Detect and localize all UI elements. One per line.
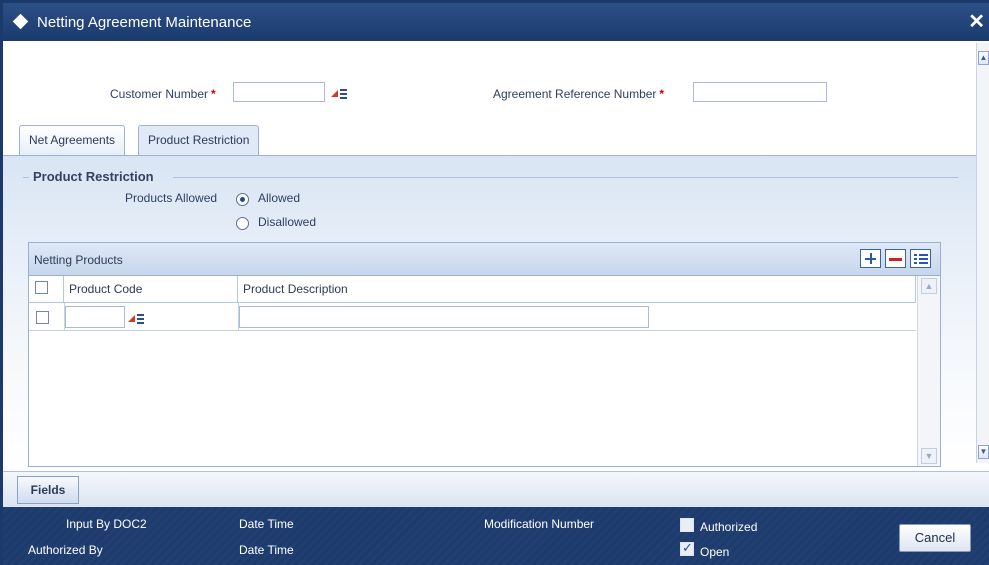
grid-scroll-up-icon[interactable]: ▲ xyxy=(921,278,937,294)
grid-title: Netting Products xyxy=(34,253,123,267)
audit-footer: Input By DOC2 Authorized By Date Time Da… xyxy=(3,507,989,565)
section-title: Product Restriction xyxy=(33,169,154,184)
product-code-lov-icon[interactable] xyxy=(125,309,147,327)
required-marker: * xyxy=(659,87,665,101)
tab-net-agreements[interactable]: Net Agreements xyxy=(19,125,126,156)
cancel-button[interactable]: Cancel xyxy=(899,524,971,552)
radio-allowed-label: Allowed xyxy=(258,191,301,205)
radio-allowed[interactable] xyxy=(236,193,249,206)
open-checkbox xyxy=(680,540,694,556)
section-divider xyxy=(173,177,958,178)
netting-products-grid: Netting Products Product Code Product De… xyxy=(28,242,941,467)
authorized-checkbox xyxy=(680,518,694,532)
input-by-label-text: Input By xyxy=(66,517,111,531)
grid-scroll-down-icon[interactable]: ▼ xyxy=(921,448,937,464)
agreement-ref-input[interactable] xyxy=(693,82,827,102)
delete-row-icon[interactable] xyxy=(885,249,906,268)
cell-divider xyxy=(238,303,239,331)
date-time-label: Date Time xyxy=(239,517,294,531)
customer-number-lov-icon[interactable] xyxy=(328,84,350,102)
fields-bar: Fields xyxy=(3,471,989,507)
tab-product-restriction[interactable]: Product Restriction xyxy=(138,125,260,156)
open-label: Open xyxy=(700,545,730,559)
scroll-up-icon[interactable]: ▲ xyxy=(978,51,989,65)
customer-number-label-text: Customer Number xyxy=(110,87,209,101)
products-allowed-label: Products Allowed xyxy=(125,191,218,205)
window-diamond-icon xyxy=(12,13,29,30)
section-divider xyxy=(23,177,29,178)
window-title: Netting Agreement Maintenance xyxy=(37,14,252,31)
title-bar: Netting Agreement Maintenance ✕ xyxy=(3,3,989,41)
row-checkbox[interactable] xyxy=(36,311,49,324)
input-by-value: DOC2 xyxy=(113,517,147,531)
authorized-label: Authorized xyxy=(700,520,758,534)
date-time-label: Date Time xyxy=(239,543,294,557)
modification-number-label: Modification Number xyxy=(484,517,595,531)
close-icon[interactable]: ✕ xyxy=(968,9,985,34)
cell-divider xyxy=(64,303,65,331)
input-by-label: Input By DOC2 xyxy=(66,517,147,531)
column-product-code[interactable]: Product Code xyxy=(64,276,238,303)
window-scrollbar[interactable]: ▲ ▼ xyxy=(976,43,989,463)
product-code-input[interactable] xyxy=(65,306,125,328)
select-all-column xyxy=(29,276,64,303)
product-description-input[interactable] xyxy=(239,306,649,328)
scroll-down-icon[interactable]: ▼ xyxy=(978,445,989,459)
grid-header: Netting Products xyxy=(29,243,940,276)
customer-number-input[interactable] xyxy=(233,82,325,102)
required-marker: * xyxy=(211,87,216,101)
radio-disallowed-label: Disallowed xyxy=(258,215,317,229)
grid-scrollbar[interactable]: ▲ ▼ xyxy=(917,276,940,466)
authorized-by-label: Authorized By xyxy=(28,543,103,557)
view-rows-icon[interactable] xyxy=(910,249,931,268)
row-divider xyxy=(29,330,916,331)
select-all-checkbox[interactable] xyxy=(35,281,48,294)
radio-disallowed[interactable] xyxy=(236,217,249,230)
agreement-ref-label-text: Agreement Reference Number xyxy=(493,87,657,101)
fields-button[interactable]: Fields xyxy=(17,476,79,504)
agreement-ref-label: Agreement Reference Number * xyxy=(493,87,664,101)
customer-number-label: Customer Number * xyxy=(110,87,216,101)
netting-agreement-window: Netting Agreement Maintenance ✕ ▲ ▼ Cust… xyxy=(0,0,989,565)
add-row-icon[interactable] xyxy=(860,249,881,268)
column-product-description[interactable]: Product Description xyxy=(238,276,916,303)
